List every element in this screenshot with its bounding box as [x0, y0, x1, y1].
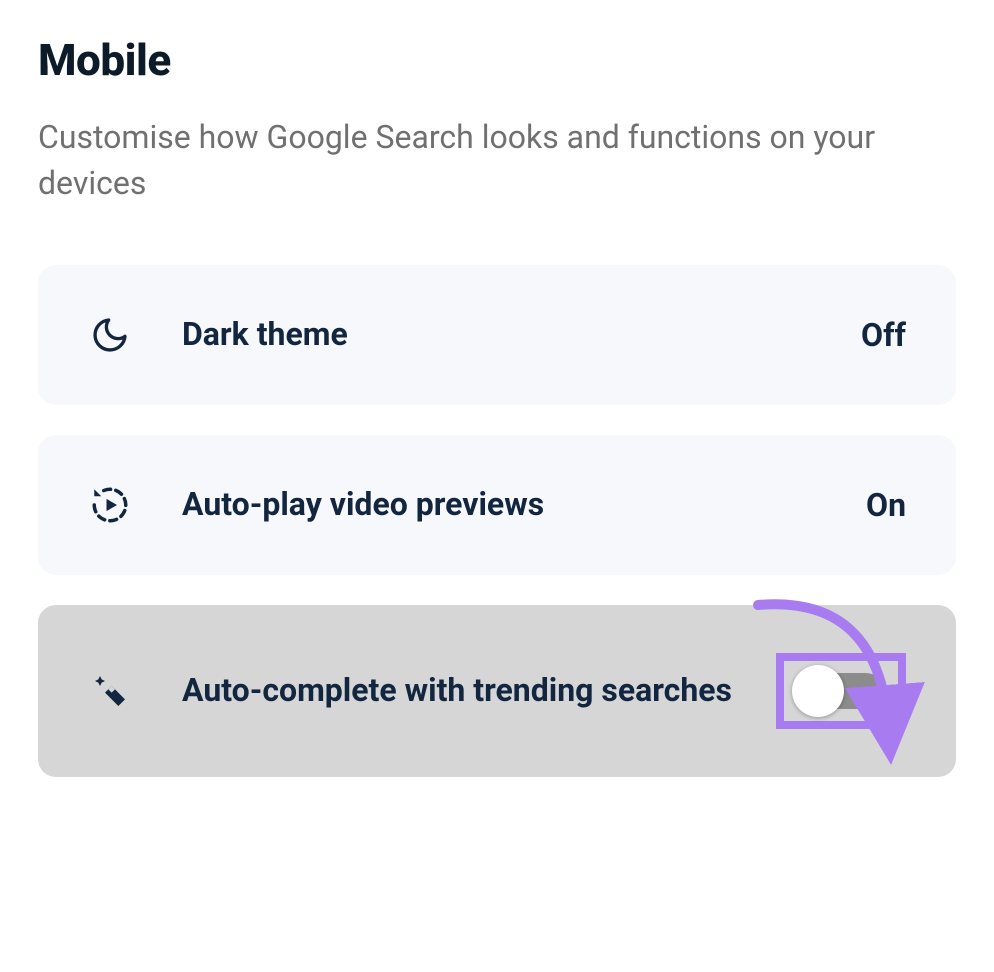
toggle-knob — [792, 665, 844, 717]
page-title: Mobile — [38, 34, 956, 86]
settings-list: Dark theme Off Auto-play video previews … — [38, 265, 956, 777]
toggle-switch[interactable] — [798, 673, 884, 709]
setting-label: Auto-complete with trending searches — [182, 669, 776, 712]
replay-play-icon — [88, 483, 132, 527]
annotation-highlight-box — [776, 653, 906, 729]
page-subtitle: Customise how Google Search looks and fu… — [38, 114, 938, 207]
setting-label: Auto-play video previews — [182, 483, 866, 526]
setting-autocomplete-trending[interactable]: Auto-complete with trending searches — [38, 605, 956, 777]
setting-value: Off — [861, 316, 906, 354]
setting-label: Dark theme — [182, 313, 861, 356]
magic-wand-icon — [88, 669, 132, 713]
setting-autoplay-video[interactable]: Auto-play video previews On — [38, 435, 956, 575]
setting-value: On — [866, 486, 906, 524]
setting-dark-theme[interactable]: Dark theme Off — [38, 265, 956, 405]
moon-icon — [88, 313, 132, 357]
